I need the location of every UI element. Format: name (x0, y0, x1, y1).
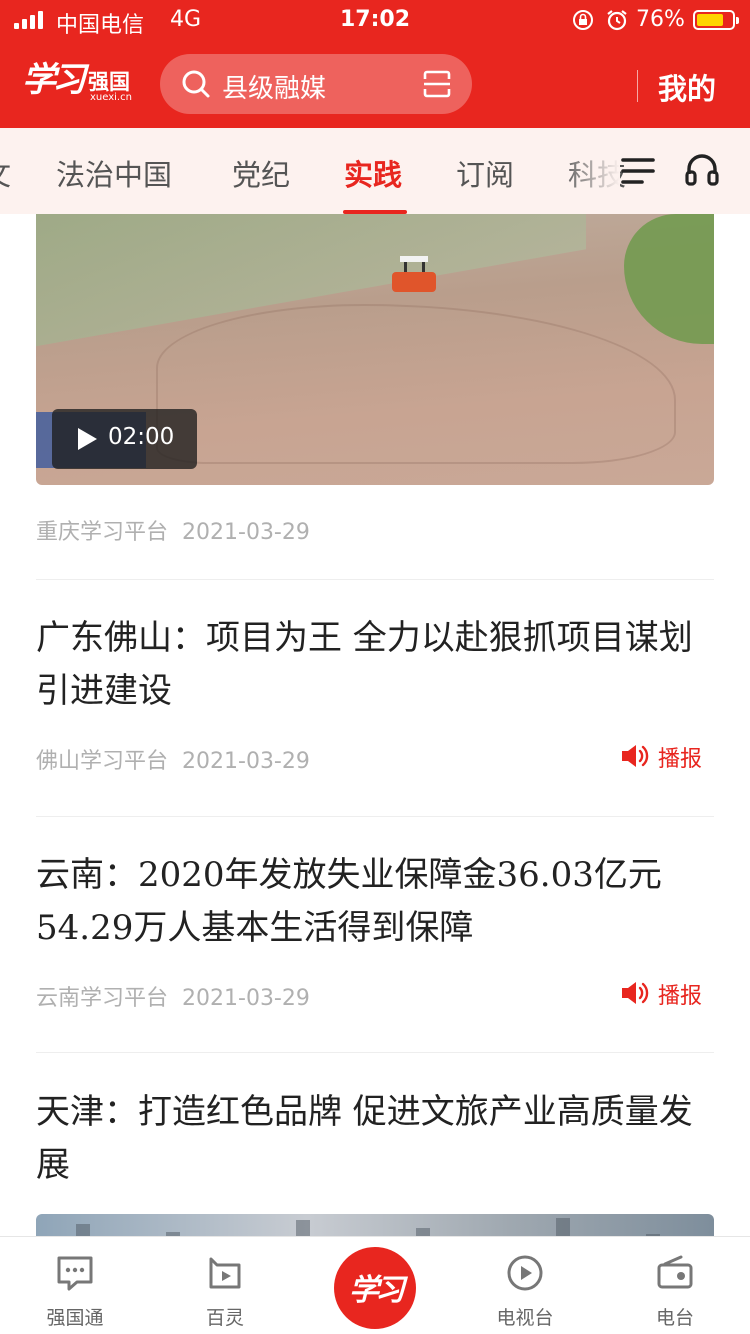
top-header: 中国电信 4G 17:02 76% 学习 强国 xuexi.cn 县级融媒 我的 (0, 0, 750, 128)
article-meta: 云南学习平台 2021-03-29 (36, 980, 310, 1012)
tab-practice[interactable]: 实践 (344, 152, 402, 194)
broadcast-label: 播报 (658, 984, 703, 1009)
search-placeholder: 县级融媒 (222, 74, 327, 104)
logo-script: 学习 (22, 60, 86, 100)
bottom-navigation: 强国通 百灵 学习 电视台 电台 (0, 1236, 750, 1334)
profile-button[interactable]: 我的 (658, 66, 716, 108)
video-thumbnail[interactable]: 02:00 (36, 214, 714, 485)
video-duration: 02:00 (108, 424, 175, 450)
play-icon (78, 428, 97, 450)
nav-label: 电台 (655, 1307, 694, 1329)
tab-party-discipline[interactable]: 党纪 (232, 152, 290, 194)
chat-icon (57, 1256, 93, 1291)
video-duration-badge[interactable]: 02:00 (52, 409, 197, 469)
headset-icon[interactable] (684, 152, 720, 188)
menu-icon[interactable] (620, 154, 656, 188)
article-source: 佛山学习平台 (36, 749, 169, 774)
header-divider (637, 70, 638, 102)
lock-rotation-icon (573, 10, 593, 30)
article-source: 云南学习平台 (36, 986, 169, 1011)
feed-divider (36, 579, 714, 580)
battery-percent: 76% (636, 7, 685, 32)
scan-icon[interactable] (422, 69, 452, 99)
article-date: 2021-03-29 (182, 986, 310, 1011)
nav-item-radio[interactable]: 电台 (620, 1237, 730, 1334)
search-bar[interactable]: 县级融媒 (160, 54, 472, 114)
speaker-icon (622, 982, 649, 1004)
tractor-image (386, 256, 442, 296)
logo-domain: xuexi.cn (90, 92, 132, 103)
article-date: 2021-03-29 (182, 749, 310, 774)
app-logo[interactable]: 学习 强国 xuexi.cn (22, 52, 134, 108)
center-study-button[interactable]: 学习 (334, 1247, 416, 1329)
center-logo-text: 学习 (349, 1273, 405, 1308)
nav-item-qiangguotong[interactable]: 强国通 (20, 1237, 130, 1334)
bailing-icon (209, 1257, 241, 1289)
battery-icon (693, 10, 739, 30)
nav-label: 电视台 (496, 1307, 554, 1329)
alarm-icon (607, 10, 627, 31)
radio-icon (657, 1255, 693, 1289)
nav-item-tv[interactable]: 电视台 (470, 1237, 580, 1334)
status-bar: 中国电信 4G 17:02 76% (0, 0, 750, 40)
broadcast-button[interactable]: 播报 (620, 978, 720, 1009)
search-icon (182, 70, 210, 98)
video-meta: 重庆学习平台 2021-03-29 (36, 514, 310, 546)
news-feed: 02:00 重庆学习平台 2021-03-29 广东佛山：项目为王 全力以赴狠抓项… (0, 214, 750, 1236)
tab-law-china[interactable]: 法治中国 (56, 152, 172, 194)
broadcast-button[interactable]: 播报 (620, 741, 720, 772)
tv-play-icon (507, 1255, 543, 1291)
article-thumbnail[interactable] (36, 1214, 714, 1236)
feed-divider (36, 816, 714, 817)
nav-label: 强国通 (46, 1307, 104, 1329)
article-title[interactable]: 广东佛山：项目为王 全力以赴狠抓项目谋划引进建设 (36, 612, 716, 718)
article-date: 2021-03-29 (182, 520, 310, 545)
article-meta: 佛山学习平台 2021-03-29 (36, 743, 310, 775)
nav-label: 百灵 (205, 1307, 244, 1329)
broadcast-label: 播报 (658, 747, 703, 772)
speaker-icon (622, 745, 649, 767)
article-title[interactable]: 云南：2020年发放失业保障金36.03亿元 54.29万人基本生活得到保障 (36, 849, 716, 955)
article-source: 重庆学习平台 (36, 520, 169, 545)
tab-partial-left[interactable]: 文 (0, 152, 11, 194)
article-title[interactable]: 天津：打造红色品牌 促进文旅产业高质量发展 (36, 1086, 716, 1192)
nav-item-bailing[interactable]: 百灵 (170, 1237, 280, 1334)
feed-divider (36, 1052, 714, 1053)
tab-subscribe[interactable]: 订阅 (456, 152, 514, 194)
